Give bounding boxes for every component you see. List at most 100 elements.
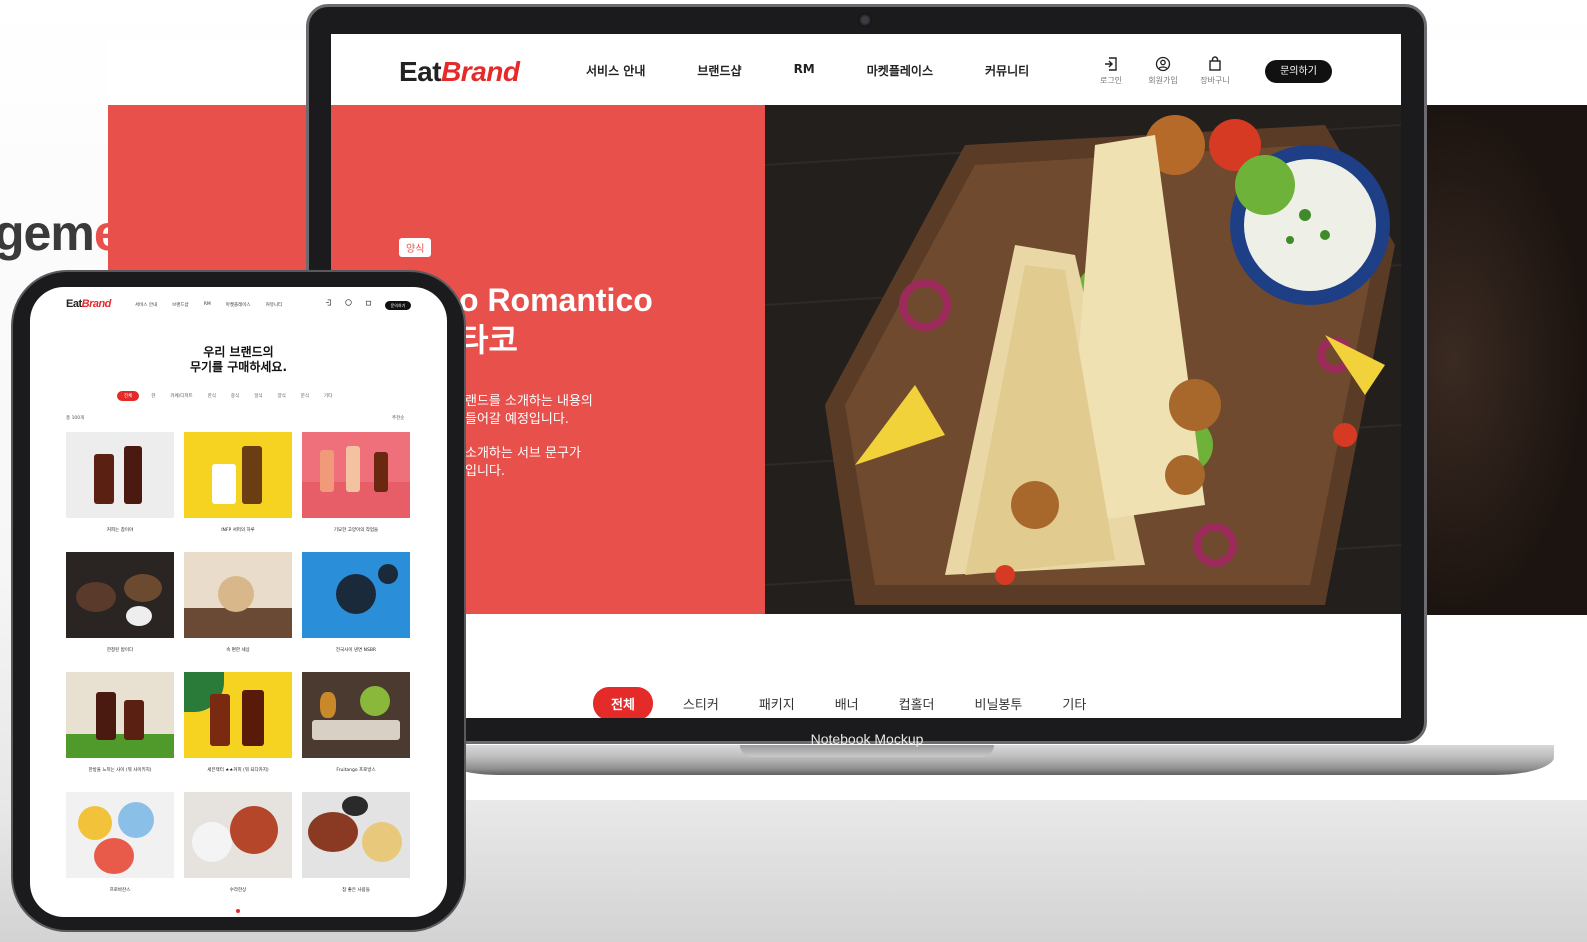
signup-button[interactable]: 회원가입 <box>1143 56 1183 86</box>
tablet-cart-button[interactable] <box>365 299 372 306</box>
laptop-screen: EatBrand 서비스 안내 브랜드샵 RM 마켓플레이스 커뮤니티 로그인 … <box>331 34 1401 718</box>
background-food-edge <box>1420 105 1587 615</box>
shopping-bag-icon <box>1209 56 1221 71</box>
login-button[interactable]: 로그인 <box>1091 56 1131 86</box>
tablet-contact-button[interactable]: 문의하기 <box>385 301 411 310</box>
hero-category-tag: 양식 <box>399 238 432 257</box>
tab-cupholder[interactable]: 컵홀더 <box>899 694 935 713</box>
tablet-cat-all[interactable]: 전체 <box>117 391 140 401</box>
product-caption: 커피는 참이야 <box>106 528 134 533</box>
laptop-base <box>440 745 1554 775</box>
tablet-nav-marketplace[interactable]: 마켓플레이스 <box>226 302 251 308</box>
product-caption: 참 좋은 사람들 <box>342 888 370 893</box>
main-nav: 서비스 안내 브랜드샵 RM 마켓플레이스 커뮤니티 <box>586 62 1081 79</box>
product-card[interactable]: INFP 서퍼의 하루 <box>184 432 292 533</box>
nav-marketplace[interactable]: 마켓플레이스 <box>867 62 933 79</box>
product-caption: 기묘한 고양이의 작업들 <box>333 528 379 533</box>
hero-subtext: 소개하는 서브 문구가 입니다. <box>465 446 581 479</box>
hero-food-photo <box>765 105 1401 614</box>
product-thumbnail <box>184 672 292 758</box>
product-card[interactable]: 한정된 밥이다 <box>66 552 174 653</box>
product-caption: 한방울 느끼는 사이 (뭐 사이키지) <box>88 768 152 773</box>
tablet-result-count: 총 100개 <box>66 416 85 421</box>
contact-button[interactable]: 문의하기 <box>1265 60 1332 83</box>
login-icon <box>325 299 332 306</box>
product-caption: 프로바잔스 <box>109 888 131 893</box>
nav-rm[interactable]: RM <box>794 62 815 79</box>
product-caption: 한정된 밥이다 <box>106 648 134 653</box>
tablet-nav-brandshop[interactable]: 브랜드샵 <box>172 302 189 308</box>
product-thumbnail <box>302 432 410 518</box>
category-tabs: 전체 스티커 패키지 배너 컵홀더 비닐봉투 기타 <box>593 687 1126 718</box>
product-card[interactable]: 전국사이 냉면 NSBR <box>302 552 410 653</box>
tablet-cat-6[interactable]: 양식 <box>277 393 285 399</box>
product-card[interactable]: 기묘한 고양이의 작업들 <box>302 432 410 533</box>
product-thumbnail <box>66 432 174 518</box>
tablet-cat-7[interactable]: 분식 <box>301 393 309 399</box>
hero-title: o Romantico 타코 <box>459 282 653 358</box>
laptop-camera <box>858 13 872 27</box>
tablet-nav-service[interactable]: 서비스 안내 <box>135 302 157 308</box>
tab-sticker[interactable]: 스티커 <box>683 694 719 713</box>
tablet-login-button[interactable] <box>325 299 332 306</box>
mockup-label: Notebook Mockup <box>810 731 924 747</box>
site-logo[interactable]: EatBrand <box>399 56 520 88</box>
tablet-nav-rm[interactable]: RM <box>204 302 211 308</box>
tablet-cat-8[interactable]: 기타 <box>324 393 332 399</box>
nav-service[interactable]: 서비스 안내 <box>586 62 645 79</box>
tablet-page-heading: 우리 브랜드의 무기를 구매하세요. <box>189 345 288 374</box>
product-card[interactable]: 한방울 느끼는 사이 (뭐 사이키지) <box>66 672 174 773</box>
product-thumbnail <box>184 432 292 518</box>
product-thumbnail <box>184 792 292 878</box>
nav-community[interactable]: 커뮤니티 <box>985 62 1029 79</box>
product-thumbnail <box>302 672 410 758</box>
shopping-bag-icon <box>365 300 372 306</box>
tablet-cat-2[interactable]: 카페/디저트 <box>170 393 192 399</box>
tablet-category-filter: 전체 한 카페/디저트 한식 중식 일식 양식 분식 기타 <box>117 391 347 401</box>
tablet-logo[interactable]: EatBrand <box>66 298 111 310</box>
login-label: 로그인 <box>1099 76 1123 85</box>
tablet-cat-5[interactable]: 일식 <box>254 393 262 399</box>
product-thumbnail <box>66 792 174 878</box>
product-caption: Fruitango 프로방스 <box>336 768 376 773</box>
product-caption: 속 편한 세상 <box>226 648 250 653</box>
product-card[interactable]: Fruitango 프로방스 <box>302 672 410 773</box>
background-headline: gement <box>0 205 167 261</box>
product-thumbnail <box>66 552 174 638</box>
taco-illustration <box>765 105 1401 614</box>
tab-banner[interactable]: 배너 <box>835 694 859 713</box>
product-card[interactable]: 커피는 참이야 <box>66 432 174 533</box>
tab-etc[interactable]: 기타 <box>1062 694 1086 713</box>
user-icon <box>1155 56 1171 72</box>
user-icon <box>345 299 352 306</box>
cart-label: 장바구니 <box>1200 76 1230 85</box>
tablet-nav-community[interactable]: 커뮤니티 <box>266 302 283 308</box>
product-caption: 전국사이 냉면 NSBR <box>335 648 377 653</box>
tablet-cat-3[interactable]: 한식 <box>208 393 216 399</box>
product-thumbnail <box>66 672 174 758</box>
product-card[interactable]: 속 편한 세상 <box>184 552 292 653</box>
tab-vinyl-bag[interactable]: 비닐봉투 <box>975 694 1023 713</box>
product-caption: 수라한상 <box>229 888 247 893</box>
tablet-sort-select[interactable]: 추천순 <box>392 415 404 421</box>
product-thumbnail <box>302 552 410 638</box>
tablet-signup-button[interactable] <box>345 299 352 306</box>
nav-brandshop[interactable]: 브랜드샵 <box>697 62 741 79</box>
tab-all[interactable]: 전체 <box>593 687 653 718</box>
scroll-indicator <box>236 909 240 913</box>
product-card[interactable]: 세븐젝터 ★★커피 (뭐 되다카지) <box>184 672 292 773</box>
cart-button[interactable]: 장바구니 <box>1195 56 1235 86</box>
product-thumbnail <box>302 792 410 878</box>
tablet-screen: EatBrand 서비스 안내 브랜드샵 RM 마켓플레이스 커뮤니티 문의하기… <box>30 287 447 917</box>
product-card[interactable]: 프로바잔스 <box>66 792 174 893</box>
product-card[interactable]: 참 좋은 사람들 <box>302 792 410 893</box>
signup-label: 회원가입 <box>1148 76 1178 85</box>
tablet-cat-1[interactable]: 한 <box>151 393 155 399</box>
product-card[interactable]: 수라한상 <box>184 792 292 893</box>
tablet-cat-4[interactable]: 중식 <box>231 393 239 399</box>
tab-package[interactable]: 패키지 <box>759 694 795 713</box>
product-caption: 세븐젝터 ★★커피 (뭐 되다카지) <box>207 768 269 773</box>
product-caption: INFP 서퍼의 하루 <box>221 528 255 533</box>
product-thumbnail <box>184 552 292 638</box>
login-icon <box>1105 57 1117 71</box>
